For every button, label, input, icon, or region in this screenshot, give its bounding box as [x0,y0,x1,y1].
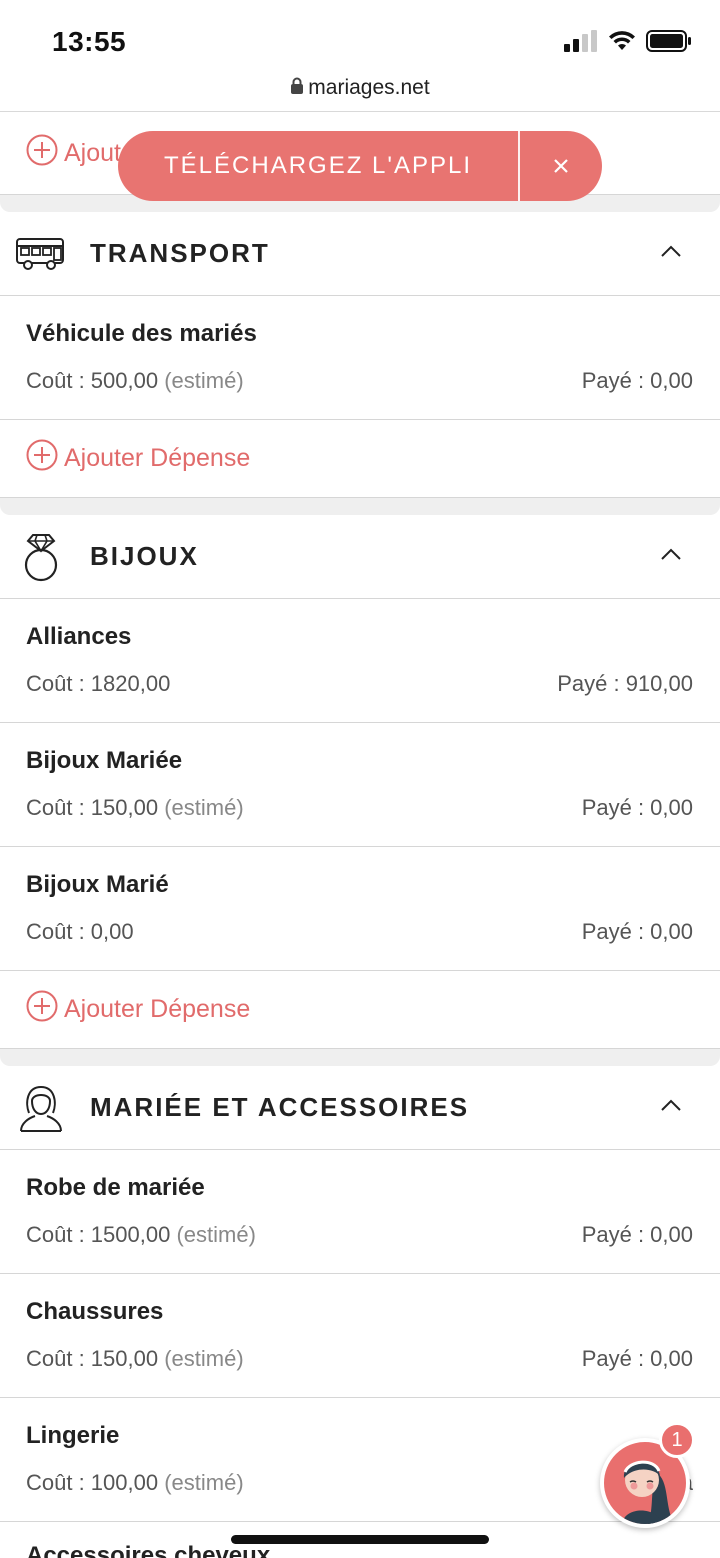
home-indicator [231,1535,489,1544]
estimated-label: (estimé) [176,1222,256,1247]
bride-icon [0,1083,90,1133]
plus-circle-icon [26,990,58,1029]
expense-cost: Coût : 150,00 (estimé) [26,1346,244,1371]
banner-separator [518,131,520,201]
expense-name: Lingerie [26,1422,120,1449]
section-header-bijoux[interactable]: BIJOUX [0,515,720,599]
estimated-label: (estimé) [164,368,244,393]
browser-url-bar[interactable]: mariages.net [0,70,720,112]
section-header-bride-accessories[interactable]: MARIÉE ET ACCESSOIRES [0,1066,720,1150]
expense-paid: Payé : 0,00 [581,1222,693,1247]
expense-name: Bijoux Mariée [26,747,183,774]
close-icon [554,159,568,173]
status-time: 13:55 [52,26,127,57]
battery-icon [646,30,691,52]
expense-cost: Coût : 150,00 (estimé) [26,795,244,820]
section-title: BIJOUX [90,541,199,571]
estimated-label: (estimé) [164,795,244,820]
estimated-label: (estimé) [164,1470,244,1495]
expense-name: Alliances [26,623,132,650]
expense-item[interactable]: Bijoux Marié Coût : 0,00 Payé : 0,00 [0,847,720,971]
status-icons [564,30,692,52]
expense-cost: Coût : 500,00 (estimé) [26,368,244,393]
lock-icon [290,77,304,99]
section-title: MARIÉE ET ACCESSOIRES [90,1092,470,1122]
chevron-up-icon[interactable] [660,547,682,566]
add-expense-link[interactable]: Ajouter Dépense [0,971,720,1049]
ring-icon [0,531,90,583]
add-expense-link[interactable]: Ajouter Dépense [0,420,720,498]
app-download-banner: TÉLÉCHARGEZ L'APPLI [118,131,602,201]
plus-circle-icon [26,134,58,173]
expense-name: Chaussures [26,1298,164,1325]
plus-circle-icon [26,439,58,478]
budget-list: Ajouter Dépense TRANSPORT Véhicule des m… [0,113,720,1522]
download-app-button[interactable]: TÉLÉCHARGEZ L'APPLI [118,152,518,180]
section-title: TRANSPORT [90,238,270,268]
expense-name: Robe de mariée [26,1174,205,1201]
section-header-transport[interactable]: TRANSPORT [0,212,720,296]
expense-paid: Payé : 910,00 [557,671,693,696]
expense-name: Véhicule des mariés [26,320,257,347]
estimated-label: (estimé) [164,1346,244,1371]
expense-item[interactable]: Bijoux Mariée Coût : 150,00 (estimé) Pay… [0,723,720,847]
expense-paid: Payé : 0,00 [581,795,693,820]
expense-item[interactable]: Chaussures Coût : 150,00 (estimé) Payé :… [0,1274,720,1398]
expense-cost: Coût : 1500,00 (estimé) [26,1222,256,1247]
expense-cost: Coût : 1820,00 [26,671,171,696]
chevron-up-icon[interactable] [660,244,682,263]
status-bar: 13:55 [0,0,720,70]
expense-name-cut-off[interactable]: Accessoires cheveux [26,1542,270,1558]
expense-cost: Coût : 100,00 (estimé) [26,1470,244,1495]
expense-cost: Coût : 0,00 [26,919,134,944]
notification-badge: 1 [659,1422,695,1458]
chevron-up-icon[interactable] [660,1098,682,1117]
bus-icon [0,236,90,272]
expense-paid: Payé : 0,00 [581,1346,693,1371]
expense-name: Bijoux Marié [26,871,169,898]
section-divider [0,1049,720,1066]
add-expense-label: Ajouter Dépense [64,995,251,1023]
url-text: mariages.net [308,76,430,99]
expense-paid: Payé : 0,00 [581,919,693,944]
cellular-signal-icon [564,30,597,52]
add-expense-label: Ajouter Dépense [64,444,251,472]
close-banner-button[interactable] [520,131,602,201]
expense-paid: Payé : 0,00 [581,368,693,393]
expense-item[interactable]: Véhicule des mariés Coût : 500,00 (estim… [0,296,720,420]
expense-item[interactable]: Alliances Coût : 1820,00 Payé : 910,00 [0,599,720,723]
expense-item[interactable]: Robe de mariée Coût : 1500,00 (estimé) P… [0,1150,720,1274]
wifi-icon [609,31,635,50]
section-divider [0,498,720,515]
